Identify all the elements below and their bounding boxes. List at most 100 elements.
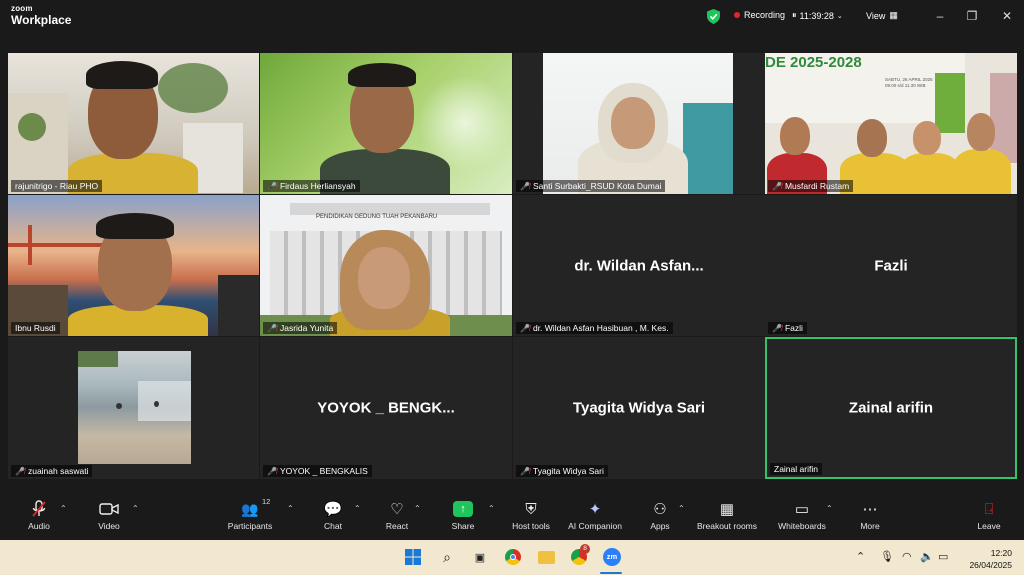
participant-name-label: 🎤̸ YOYOK _ BENGKALIS (263, 465, 372, 477)
participant-tile[interactable]: Ibnu Rusdi (8, 195, 259, 336)
mic-muted-icon: 🎤̸ (267, 466, 277, 476)
grid-view-icon: ▦ (889, 10, 898, 20)
minimize-button[interactable]: – (930, 7, 950, 25)
mic-muted-icon: 🎤̸ (267, 181, 277, 191)
video-feed (543, 53, 733, 194)
participant-tile[interactable]: 🎤̸ Firdaus Herliansyah (260, 53, 512, 194)
show-hidden-icons-chevron-icon[interactable]: ⌃ (856, 550, 865, 563)
participant-name-label: 🎤̸ Tyagita Widya Sari (516, 465, 608, 477)
breakout-rooms-label: Breakout rooms (697, 521, 757, 531)
notification-badge: 8 (580, 544, 590, 554)
title-bar: zoom Workplace Recording ⏸ 11:39:28 ⌄ Vi… (0, 0, 1024, 34)
audio-options-caret-icon[interactable]: ⌃ (60, 504, 67, 513)
participant-name-label: 🎤̸ Fazli (768, 322, 807, 334)
meeting-timer[interactable]: ⏸ 11:39:28 ⌄ (792, 10, 843, 21)
participant-name: Musfardi Rustam (784, 181, 850, 191)
active-app-indicator (600, 572, 622, 574)
share-options-caret-icon[interactable]: ⌃ (488, 504, 495, 513)
os-taskbar: ⌕ ▣ 8 zm ⌃ 🎙 ◠ 🔈 ▭ 12:20 26/04/2025 (0, 540, 1024, 575)
building-sign: PENDIDIKAN GEDUNG TUAH PEKANBARU (316, 214, 438, 220)
meeting-toolbar: Audio ⌃ Video ⌃ 👥 Participants 12 ⌃ 💬 Ch… (0, 494, 1024, 540)
video-camera-icon (99, 503, 119, 515)
apps-icon: ⚇ (653, 501, 667, 518)
chat-button[interactable]: 💬 Chat (298, 498, 368, 531)
heart-icon: ♡ (390, 501, 404, 518)
participant-name-label: Zainal arifin (770, 463, 822, 475)
zoom-icon-text: zm (603, 548, 621, 566)
battery-icon[interactable]: ▭ (938, 550, 948, 563)
whiteboard-icon: ▭ (794, 501, 810, 518)
participant-name: Santi Surbakti_RSUD Kota Dumai (532, 181, 662, 191)
microphone-icon[interactable]: 🎙 (880, 550, 894, 563)
participant-display-name: Tyagita Widya Sari (572, 399, 706, 417)
more-button[interactable]: ⋯ More (835, 498, 905, 531)
participants-options-caret-icon[interactable]: ⌃ (287, 504, 294, 513)
react-options-caret-icon[interactable]: ⌃ (414, 504, 421, 513)
wifi-icon[interactable]: ◠ (902, 550, 912, 563)
whiteboards-button[interactable]: ▭ Whiteboards (767, 498, 837, 531)
participant-tile[interactable]: 🎤̸ Santi Surbakti_RSUD Kota Dumai (513, 53, 765, 194)
leave-button[interactable]: ⍈ Leave (954, 498, 1024, 532)
share-arrow-icon: ↑ (453, 501, 473, 517)
video-feed: PENDIDIKAN GEDUNG TUAH PEKANBARU (260, 195, 512, 336)
video-button[interactable]: Video (74, 498, 144, 531)
participant-tile[interactable]: YOYOK _ BENGK... 🎤̸ YOYOK _ BENGKALIS (260, 337, 512, 479)
participant-display-name: Zainal arifin (848, 399, 934, 417)
video-feed: DE 2025-2028 SABTU, 26 APRIL 2025 09.00 … (765, 53, 1017, 194)
task-view-icon[interactable]: ▣ (470, 547, 490, 567)
chat-options-caret-icon[interactable]: ⌃ (354, 504, 361, 513)
participants-count: 12 (262, 497, 271, 506)
participant-name: Zainal arifin (774, 464, 818, 474)
participant-name: dr. Wildan Asfan Hasibuan , M. Kes. (532, 323, 669, 333)
whiteboards-options-caret-icon[interactable]: ⌃ (826, 504, 833, 513)
mic-muted-icon: 🎤̸ (15, 466, 25, 476)
ai-companion-button[interactable]: ✦ AI Companion (560, 498, 630, 531)
restore-button[interactable]: ❐ (962, 7, 982, 25)
breakout-rooms-button[interactable]: ▦ Breakout rooms (692, 498, 762, 531)
system-date: 26/04/2025 (969, 560, 1012, 570)
encryption-shield-icon[interactable] (707, 9, 720, 24)
participant-tile[interactable]: Tyagita Widya Sari 🎤̸ Tyagita Widya Sari (513, 337, 765, 479)
system-clock[interactable]: 12:20 26/04/2025 (969, 547, 1012, 571)
participants-label: Participants (227, 521, 273, 531)
view-label: View (866, 10, 886, 21)
mic-muted-icon: 🎤̸ (267, 323, 277, 333)
share-button[interactable]: ↑ Share (428, 498, 498, 531)
participants-button[interactable]: 👥 Participants (215, 498, 285, 532)
react-button[interactable]: ♡ React (362, 498, 432, 531)
participant-tile[interactable]: 🎤̸ zuainah saswati (8, 337, 259, 479)
leave-door-icon: ⍈ (984, 500, 994, 518)
recording-dot-icon (734, 12, 740, 18)
windows-start-icon[interactable] (403, 547, 423, 567)
apps-options-caret-icon[interactable]: ⌃ (678, 504, 685, 513)
participant-tile[interactable]: PENDIDIKAN GEDUNG TUAH PEKANBARU 🎤̸ Jasr… (260, 195, 512, 336)
chrome-profile-icon[interactable]: 8 (569, 544, 590, 567)
recording-indicator[interactable]: Recording (734, 10, 785, 20)
participant-tile[interactable]: rajunitrigo - Riau PHO (8, 53, 259, 194)
video-grid: rajunitrigo - Riau PHO 🎤̸ Firdaus Herlia… (8, 53, 1017, 479)
participant-name: zuainah saswati (27, 466, 89, 476)
close-button[interactable]: ✕ (997, 7, 1017, 25)
file-explorer-icon[interactable] (536, 547, 556, 567)
chrome-icon[interactable] (503, 547, 523, 567)
audio-button[interactable]: Audio (4, 498, 74, 531)
apps-button[interactable]: ⚇ Apps (625, 498, 695, 531)
search-icon[interactable]: ⌕ (437, 547, 457, 567)
participant-tile[interactable]: dr. Wildan Asfan... 🎤̸ dr. Wildan Asfan … (513, 195, 765, 336)
participant-tile[interactable]: DE 2025-2028 SABTU, 26 APRIL 2025 09.00 … (765, 53, 1017, 194)
participant-name: Tyagita Widya Sari (532, 466, 604, 476)
mic-muted-icon: 🎤̸ (772, 323, 782, 333)
volume-icon[interactable]: 🔈 (920, 550, 934, 563)
participant-tile[interactable]: Fazli 🎤̸ Fazli (765, 195, 1017, 336)
leave-label: Leave (977, 521, 1001, 531)
participant-tile-active-speaker[interactable]: Zainal arifin Zainal arifin (765, 337, 1017, 479)
participant-name: Firdaus Herliansyah (279, 181, 356, 191)
more-label: More (860, 521, 880, 531)
video-options-caret-icon[interactable]: ⌃ (132, 504, 139, 513)
view-button[interactable]: View ▦ (866, 10, 898, 21)
recording-label: Recording (744, 10, 786, 20)
host-tools-button[interactable]: ⛨ Host tools (496, 498, 566, 532)
zoom-app-icon[interactable]: zm (602, 547, 622, 567)
participant-display-name: YOYOK _ BENGK... (317, 399, 455, 417)
banner-title: DE 2025-2028 (765, 54, 862, 71)
